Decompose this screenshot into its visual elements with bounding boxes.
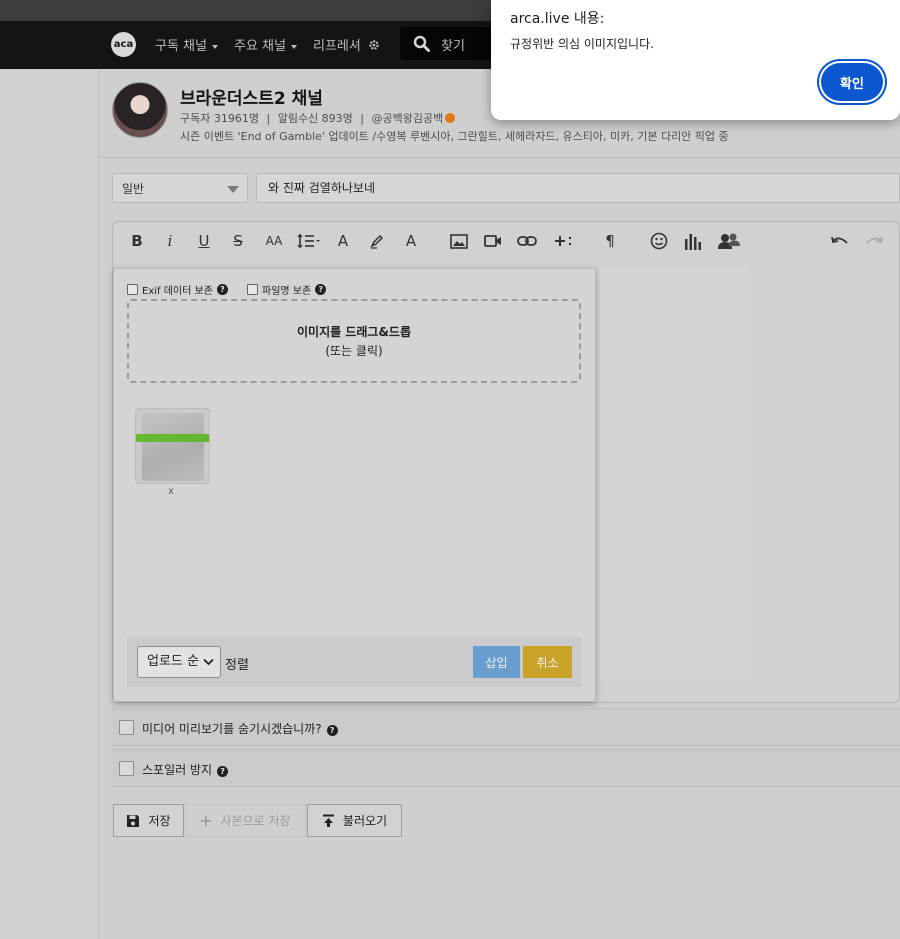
- search-placeholder: 찾기: [441, 39, 465, 54]
- people-icon[interactable]: [716, 231, 742, 251]
- image-icon[interactable]: [448, 231, 470, 251]
- dropzone-subtitle: (또는 클릭): [325, 344, 383, 358]
- exif-checkbox[interactable]: [127, 284, 138, 295]
- meta-separator: |: [266, 112, 271, 125]
- save-draft-button[interactable]: 사본으로 저장: [185, 804, 306, 837]
- redo-icon[interactable]: [863, 231, 885, 251]
- help-icon[interactable]: ?: [326, 725, 338, 736]
- video-icon[interactable]: [482, 231, 504, 251]
- site-logo[interactable]: aca: [111, 32, 136, 57]
- subscriber-count: 구독자 31961명: [180, 112, 259, 125]
- channel-description: 시즌 이벤트 'End of Gamble' 업데이트 /수영복 루벤시아, 그…: [180, 130, 729, 143]
- insert-more-icon[interactable]: [552, 231, 574, 251]
- verified-badge-icon: [445, 113, 456, 123]
- category-select[interactable]: 일반: [112, 173, 248, 203]
- font-color-icon[interactable]: A: [332, 231, 354, 251]
- notification-count: 알림수신 893명: [277, 112, 353, 125]
- help-icon[interactable]: ?: [217, 766, 229, 777]
- save-button[interactable]: 저장: [113, 804, 184, 837]
- chevron-down-icon: [203, 658, 214, 666]
- nav-refresher[interactable]: 리프레셔: [313, 35, 380, 54]
- nav-major-channels[interactable]: 주요 채널: [234, 35, 297, 54]
- dropzone-title: 이미지를 드래그&드롭: [296, 325, 411, 339]
- dialog-message: 규정위반 의심 이미지입니다.: [510, 37, 654, 51]
- nav-item-label: 주요 채널: [234, 39, 286, 54]
- chevron-down-icon: [211, 44, 218, 49]
- spoiler-option[interactable]: 스포일러 방지?: [112, 749, 900, 787]
- highlight-icon[interactable]: [366, 231, 388, 251]
- sort-order-select[interactable]: 업로드 순: [137, 646, 221, 678]
- link-icon[interactable]: [516, 231, 538, 251]
- insert-button[interactable]: 삽입: [473, 646, 520, 678]
- hide-preview-option[interactable]: 미디어 미리보기를 숨기시겠습니까??: [112, 708, 900, 746]
- search-icon: [413, 35, 430, 52]
- save-label: 저장: [148, 814, 171, 828]
- category-value: 일반: [122, 182, 145, 196]
- line-height-icon[interactable]: [296, 231, 322, 251]
- save-draft-label: 사본으로 저장: [220, 814, 291, 828]
- thumbnail-image: [142, 413, 204, 481]
- spoiler-checkbox[interactable]: [119, 761, 134, 776]
- dialog-ok-button[interactable]: 확인: [821, 63, 883, 101]
- alert-dialog: arca.live 내용: 규정위반 의심 이미지입니다.: [491, 0, 900, 120]
- editor-content-area[interactable]: [600, 268, 750, 678]
- remove-thumbnail-button[interactable]: x: [168, 486, 174, 497]
- post-title-input[interactable]: 와 진짜 검열하나보네: [256, 173, 900, 203]
- cancel-button[interactable]: 취소: [523, 646, 572, 678]
- exif-label: Exif 데이터 보존: [142, 286, 213, 297]
- bold-icon[interactable]: B: [126, 231, 148, 251]
- divider: [98, 157, 900, 158]
- channel-title[interactable]: 브라운더스트2 채널: [180, 84, 323, 109]
- editor-toolbar: B i U S AA A A ¶: [112, 222, 900, 260]
- clear-format-icon[interactable]: A: [400, 231, 422, 251]
- load-button[interactable]: 불러오기: [307, 804, 402, 837]
- filename-option[interactable]: 파일명 보존 ?: [247, 282, 327, 297]
- hide-preview-label: 미디어 미리보기를 숨기시겠습니까??: [142, 720, 338, 737]
- underline-icon[interactable]: U: [193, 231, 215, 251]
- nav-item-label: 리프레셔: [313, 39, 361, 54]
- help-icon[interactable]: ?: [216, 284, 228, 295]
- gear-icon[interactable]: [368, 39, 380, 51]
- chevron-down-icon: [227, 186, 239, 193]
- hide-preview-text: 미디어 미리보기를 숨기시겠습니까?: [142, 722, 322, 736]
- spoiler-label: 스포일러 방지?: [142, 761, 229, 778]
- help-icon[interactable]: ?: [315, 284, 327, 295]
- font-size-icon[interactable]: AA: [260, 231, 288, 251]
- undo-icon[interactable]: [829, 231, 851, 251]
- plus-icon: [201, 815, 212, 826]
- meta-separator: |: [360, 112, 365, 125]
- image-dropzone[interactable]: 이미지를 드래그&드롭 (또는 클릭): [127, 299, 581, 383]
- uploaded-image-thumbnail[interactable]: [135, 408, 210, 484]
- spoiler-text: 스포일러 방지: [142, 763, 213, 777]
- floppy-disk-icon: [127, 814, 140, 827]
- sort-order-value: 업로드 순: [147, 654, 199, 669]
- channel-owner-link[interactable]: @공백왕김공백: [372, 112, 444, 125]
- channel-meta: 구독자 31961명 | 알림수신 893명 | @공백왕김공백: [180, 110, 456, 126]
- channel-avatar[interactable]: [112, 82, 168, 138]
- upload-progress-bar: [136, 434, 209, 442]
- chart-icon[interactable]: [682, 231, 704, 251]
- hide-preview-checkbox[interactable]: [119, 720, 134, 735]
- filename-label: 파일명 보존: [262, 286, 312, 297]
- paragraph-icon[interactable]: ¶: [599, 231, 621, 251]
- italic-icon[interactable]: i: [159, 231, 181, 251]
- dialog-title: arca.live 내용:: [510, 11, 605, 27]
- strikethrough-icon[interactable]: S: [227, 231, 249, 251]
- chevron-down-icon: [290, 44, 297, 49]
- emoji-icon[interactable]: [648, 231, 670, 251]
- sort-label: 정렬: [225, 658, 249, 673]
- nav-item-label: 구독 채널: [155, 39, 207, 54]
- exif-option[interactable]: Exif 데이터 보존 ?: [127, 282, 228, 297]
- upload-icon: [322, 814, 334, 827]
- nav-subscribed-channels[interactable]: 구독 채널: [155, 35, 218, 54]
- load-label: 불러오기: [342, 814, 388, 828]
- filename-checkbox[interactable]: [247, 284, 258, 295]
